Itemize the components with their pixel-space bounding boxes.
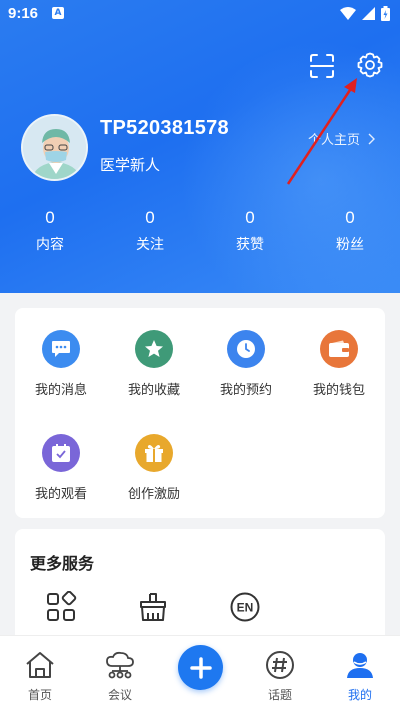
- feature-label: 我的收藏: [127, 383, 180, 398]
- profile-header: 9:16 A TP520381578 医学新人 个人主页 0 内容 0 关注 0…: [0, 0, 400, 293]
- clock-icon: [227, 330, 265, 368]
- feature-my-messages[interactable]: 我的消息: [21, 330, 101, 398]
- stat-followers[interactable]: 0 粉丝: [300, 208, 400, 254]
- signal-icon: [362, 7, 375, 20]
- stat-label: 内容: [36, 237, 64, 253]
- feature-my-favorites[interactable]: 我的收藏: [114, 330, 194, 398]
- chevron-right-icon: [368, 133, 376, 144]
- stat-value: 0: [45, 208, 55, 227]
- stat-value: 0: [245, 208, 255, 227]
- status-bar: 9:16 A: [0, 0, 400, 28]
- nav-home[interactable]: 首页: [10, 650, 70, 703]
- nav-label: 会议: [107, 688, 132, 702]
- plus-icon: [189, 656, 212, 679]
- battery-icon: [381, 6, 390, 21]
- home-icon: [26, 652, 54, 678]
- feature-creator-incentive[interactable]: 创作激励: [114, 434, 194, 502]
- feature-label: 我的钱包: [312, 383, 365, 398]
- scan-button[interactable]: [308, 52, 336, 80]
- apps-grid-icon: [47, 590, 77, 621]
- service-english[interactable]: EN: [229, 591, 261, 623]
- feature-label: 我的观看: [34, 487, 87, 502]
- person-icon: [347, 653, 373, 678]
- settings-button[interactable]: [356, 51, 384, 79]
- gift-icon: [135, 434, 173, 472]
- nav-label: 首页: [27, 688, 52, 702]
- feature-label: 我的预约: [219, 383, 272, 398]
- create-post-button[interactable]: [178, 645, 223, 690]
- scan-icon: [310, 54, 334, 78]
- feature-my-wallet[interactable]: 我的钱包: [299, 330, 379, 398]
- personal-homepage-link[interactable]: 个人主页: [308, 129, 376, 148]
- stat-label: 粉丝: [336, 237, 364, 253]
- stat-value: 0: [345, 208, 355, 227]
- features-card: 我的消息 我的收藏 我的预约 我的钱包 我的观看 创作激励: [15, 308, 385, 518]
- stat-likes[interactable]: 0 获赞: [200, 208, 300, 254]
- homepage-link-label: 个人主页: [308, 133, 361, 148]
- feature-label: 创作激励: [127, 487, 180, 502]
- calendar-check-icon: [42, 434, 80, 472]
- status-icons: [340, 6, 390, 21]
- feature-my-viewing[interactable]: 我的观看: [21, 434, 101, 502]
- service-apps[interactable]: [45, 590, 77, 623]
- nav-label: 我的: [347, 688, 372, 702]
- service-clean[interactable]: [137, 591, 169, 623]
- wifi-icon: [340, 7, 356, 20]
- stat-content[interactable]: 0 内容: [0, 208, 100, 254]
- nav-mine[interactable]: 我的: [330, 650, 390, 703]
- message-icon: [42, 330, 80, 368]
- hashtag-icon: [266, 651, 294, 679]
- broom-icon: [140, 593, 166, 621]
- stat-following[interactable]: 0 关注: [100, 208, 200, 254]
- gear-icon: [357, 52, 383, 78]
- feature-label: 我的消息: [34, 383, 87, 398]
- nav-meetings[interactable]: 会议: [90, 650, 150, 703]
- doctor-avatar-icon: [23, 116, 86, 179]
- feature-my-appointments[interactable]: 我的预约: [206, 330, 286, 398]
- wallet-icon: [320, 330, 358, 368]
- stat-label: 获赞: [236, 237, 264, 253]
- english-icon: EN: [230, 592, 260, 622]
- star-icon: [135, 330, 173, 368]
- more-services-title: 更多服务: [30, 554, 95, 573]
- cloud-network-icon: [106, 651, 134, 679]
- english-icon-label: EN: [237, 601, 254, 615]
- nav-label: 话题: [267, 688, 292, 702]
- stat-label: 关注: [136, 237, 164, 253]
- stat-value: 0: [145, 208, 155, 227]
- avatar[interactable]: [21, 114, 88, 181]
- more-services-card: 更多服务 EN: [15, 529, 385, 649]
- user-title: 医学新人: [100, 156, 161, 174]
- nav-topics[interactable]: 话题: [250, 650, 310, 703]
- username: TP520381578: [100, 117, 229, 139]
- profile-stats: 0 内容 0 关注 0 获赞 0 粉丝: [0, 208, 400, 254]
- status-time: 9:16: [8, 5, 39, 22]
- notification-icon: A: [52, 7, 64, 19]
